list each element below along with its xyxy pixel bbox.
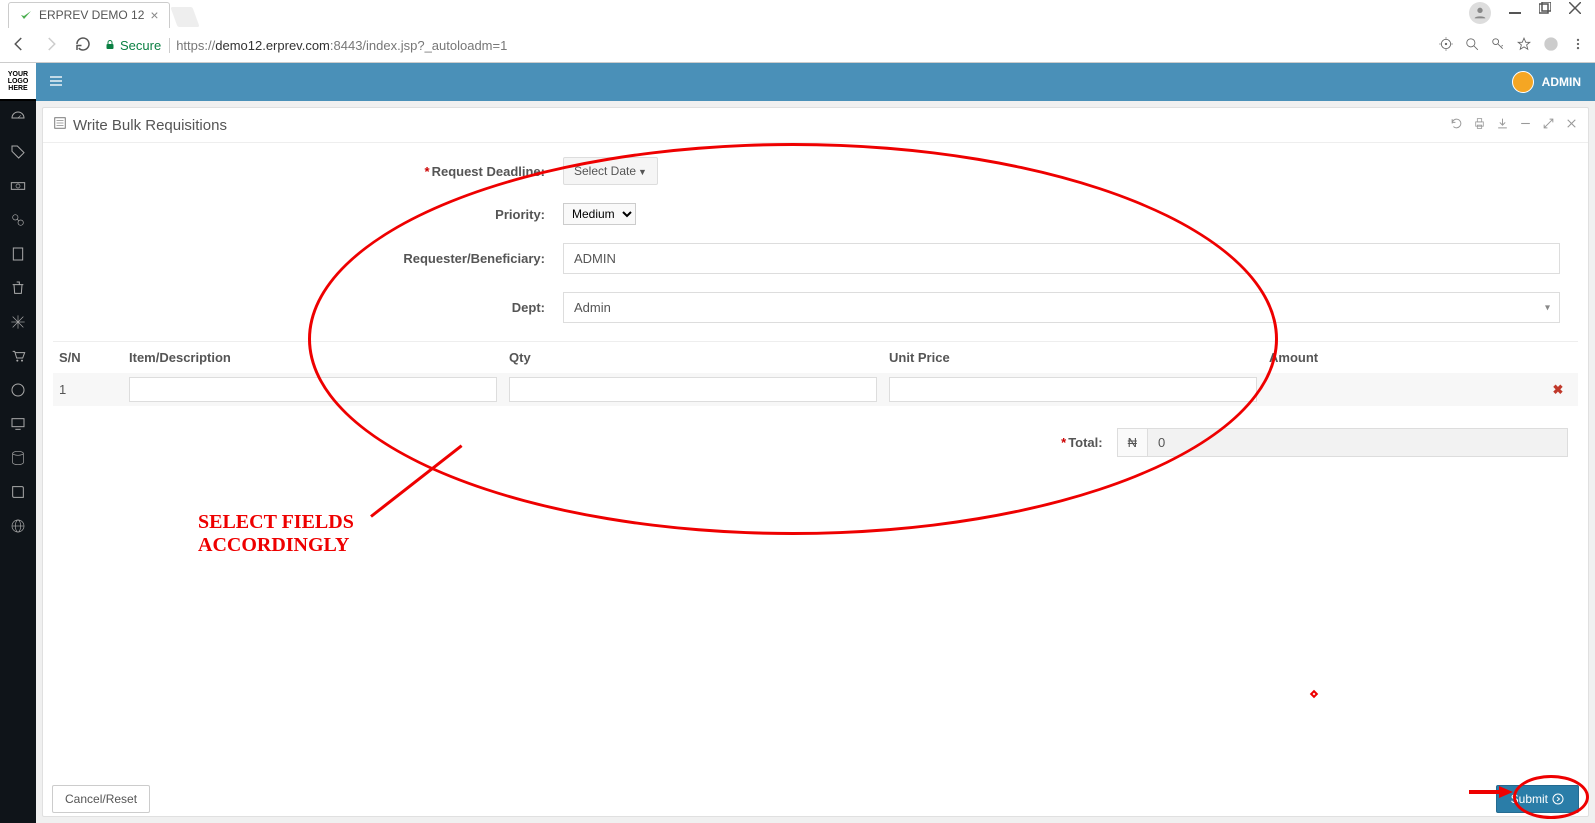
table-row: 1 ✖ [53, 373, 1578, 406]
close-window-icon[interactable] [1569, 2, 1581, 24]
avatar [1512, 71, 1534, 93]
close-panel-icon[interactable] [1565, 117, 1578, 133]
request-deadline-picker[interactable]: Select Date▼ [563, 157, 658, 185]
tab-close-icon[interactable]: × [150, 7, 158, 23]
sidebar-item-book-icon[interactable] [9, 245, 27, 263]
sidebar-item-manual-icon[interactable] [9, 483, 27, 501]
list-icon [53, 116, 67, 134]
key-icon[interactable] [1491, 37, 1505, 54]
refresh-icon[interactable] [1450, 117, 1463, 133]
user-label: ADMIN [1542, 75, 1581, 89]
tab-bar: ERPREV DEMO 12 × [0, 0, 1595, 28]
star-icon[interactable] [1517, 37, 1531, 54]
logo: YOUR LOGO HERE [0, 63, 36, 101]
sidebar-item-trash-icon[interactable] [9, 279, 27, 297]
maximize-icon[interactable] [1539, 2, 1551, 24]
form-area: *Request Deadline: Select Date▼ Priority… [43, 143, 1588, 463]
th-unit-price: Unit Price [883, 342, 1263, 374]
sidebar-item-headset-icon[interactable] [9, 381, 27, 399]
dept-label: Dept: [512, 300, 545, 315]
tab-favicon-icon [19, 8, 33, 22]
panel-title: Write Bulk Requisitions [53, 116, 227, 134]
app: YOUR LOGO HERE ADMIN [0, 63, 1595, 823]
qty-input ar[interactable] [509, 377, 877, 402]
panel: Write Bulk Requisitions *Request Deadlin… [42, 107, 1589, 817]
menu-icon[interactable] [1571, 37, 1585, 54]
delete-row-icon[interactable]: ✖ [1538, 373, 1578, 406]
currency-symbol: ₦ [1117, 428, 1148, 457]
back-icon[interactable] [10, 35, 28, 56]
window-controls [1455, 0, 1595, 28]
forward-icon [42, 35, 60, 56]
browser-chrome: ERPREV DEMO 12 × [0, 0, 1595, 63]
url-box[interactable]: Secure https://demo12.erprev.com:8443/in… [104, 32, 1427, 58]
content: Write Bulk Requisitions *Request Deadlin… [36, 101, 1595, 823]
sidebar-item-money-icon[interactable] [9, 177, 27, 195]
sidebar-item-database-icon[interactable] [9, 449, 27, 467]
minimize-panel-icon[interactable] [1519, 117, 1532, 133]
requisition-table: S/N Item/Description Qty Unit Price Amou… [53, 341, 1578, 406]
reload-icon[interactable] [74, 35, 92, 56]
submit-button[interactable]: Submit [1496, 785, 1579, 813]
th-qty: Qty [503, 342, 883, 374]
print-icon[interactable] [1473, 117, 1486, 133]
requester-input[interactable] [563, 243, 1560, 274]
profile-icon[interactable] [1469, 2, 1491, 24]
requester-label: Requester/Beneficiary: [403, 251, 545, 266]
new-tab-button[interactable] [170, 7, 199, 27]
th-desc: Item/Description [123, 342, 503, 374]
dept-select[interactable]: Admin [563, 292, 1560, 323]
request-deadline-label: Request Deadline: [432, 164, 545, 179]
th-amount: Amount [1263, 342, 1538, 374]
sidebar-item-link-icon[interactable] [9, 211, 27, 229]
sidebar-item-dashboard-icon[interactable] [9, 109, 27, 127]
expand-panel-icon[interactable] [1542, 117, 1555, 133]
sidebar-item-cart-icon[interactable] [9, 347, 27, 365]
cancel-button[interactable]: Cancel/Reset [52, 785, 150, 813]
sidebar-item-snow-icon[interactable] [9, 313, 27, 331]
total-input [1148, 428, 1568, 457]
cell-sn: 1 [53, 373, 123, 406]
browser-tab[interactable]: ERPREV DEMO 12 × [8, 2, 170, 28]
zoom-icon[interactable] [1465, 37, 1479, 54]
tab-title: ERPREV DEMO 12 [39, 8, 144, 22]
address-bar: Secure https://demo12.erprev.com:8443/in… [0, 28, 1595, 62]
item-desc-input[interactable] [129, 377, 497, 402]
total-label: Total: [1068, 435, 1102, 450]
download-icon[interactable] [1496, 117, 1509, 133]
extension-icon[interactable] [1543, 36, 1559, 55]
user-area[interactable]: ADMIN [1512, 71, 1581, 93]
secure-indicator: Secure [104, 38, 170, 53]
location-icon[interactable] [1439, 37, 1453, 54]
minimize-icon[interactable] [1509, 2, 1521, 24]
sidebar-item-globe-icon[interactable] [9, 517, 27, 535]
priority-select[interactable]: Medium [563, 203, 636, 225]
sidebar-item-desktop-icon[interactable] [9, 415, 27, 433]
app-topbar: YOUR LOGO HERE ADMIN [0, 63, 1595, 101]
hamburger-icon[interactable] [48, 73, 64, 92]
sidebar [0, 101, 36, 823]
url-text: https://demo12.erprev.com:8443/index.jsp… [176, 38, 507, 53]
sidebar-item-tag-icon[interactable] [9, 143, 27, 161]
th-sn: S/N [53, 342, 123, 374]
unit-price-input[interactable] [889, 377, 1257, 402]
priority-label: Priority: [495, 207, 545, 222]
